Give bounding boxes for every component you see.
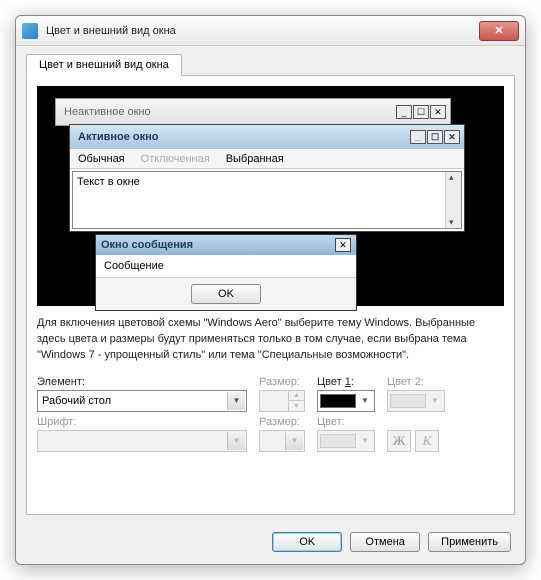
app-icon: [22, 23, 38, 39]
color2-swatch: [390, 394, 426, 408]
preview-message-box: Окно сообщения ✕ Сообщение OK: [95, 234, 357, 311]
form: Элемент: Рабочий стол ▼ Размер: ▲▼ Цвет …: [37, 376, 504, 452]
italic-button: К: [415, 430, 439, 452]
chevron-down-icon: ▼: [428, 396, 442, 405]
color2-label: Цвет 2:: [387, 376, 445, 388]
preview-inactive-window: Неактивное окно _ ☐ ✕: [55, 98, 451, 126]
menu-item-selected: Выбранная: [226, 153, 284, 165]
font-size-combo: ▼: [259, 430, 305, 452]
minimize-icon: _: [396, 105, 412, 119]
message-box-title-text: Окно сообщения: [101, 239, 331, 251]
size-spinner: ▲▼: [259, 390, 305, 412]
menu-item-disabled: Отключенная: [141, 153, 210, 165]
element-combo[interactable]: Рабочий стол ▼: [37, 390, 247, 412]
apply-button[interactable]: Применить: [428, 532, 511, 552]
close-button[interactable]: ✕: [479, 21, 519, 41]
chevron-down-icon: ▼: [227, 392, 245, 410]
chevron-down-icon: ▼: [285, 432, 303, 450]
minimize-icon: _: [410, 130, 426, 144]
size-label: Размер:: [259, 376, 305, 388]
font-color-combo: ▼: [317, 430, 375, 452]
font-size-label: Размер:: [259, 416, 305, 428]
element-label: Элемент:: [37, 376, 247, 388]
ok-button[interactable]: OK: [272, 532, 342, 552]
cancel-button[interactable]: Отмена: [350, 532, 420, 552]
tab-strip: Цвет и внешний вид окна Неактивное окно …: [16, 46, 525, 515]
chevron-down-icon: ▼: [358, 436, 372, 445]
color1-label: Цвет 1:: [317, 376, 375, 388]
message-box-title: Окно сообщения ✕: [96, 235, 356, 255]
window-text: Текст в окне: [77, 176, 140, 188]
inactive-window-title: Неактивное окно: [60, 106, 396, 118]
message-box-ok-button: OK: [191, 284, 261, 304]
scrollbar: [445, 172, 461, 228]
chevron-down-icon: ▼: [227, 432, 245, 450]
dialog-buttons: OK Отмена Применить: [272, 532, 511, 552]
close-icon: ✕: [430, 105, 446, 119]
active-window-controls: _ ☐ ✕: [410, 130, 460, 144]
close-icon: ✕: [494, 24, 503, 37]
preview-textarea: Текст в окне: [72, 171, 462, 229]
font-label: Шрифт:: [37, 416, 247, 428]
font-combo: ▼: [37, 430, 247, 452]
titlebar[interactable]: Цвет и внешний вид окна ✕: [16, 16, 525, 46]
message-box-close-icon: ✕: [335, 238, 351, 252]
color1-swatch: [320, 394, 356, 408]
maximize-icon: ☐: [427, 130, 443, 144]
maximize-icon: ☐: [413, 105, 429, 119]
tab-appearance[interactable]: Цвет и внешний вид окна: [26, 54, 182, 76]
element-value: Рабочий стол: [42, 395, 111, 407]
message-box-buttons: OK: [96, 278, 356, 310]
message-box-body: Сообщение: [96, 255, 356, 278]
description-text: Для включения цветовой схемы "Windows Ae…: [37, 316, 504, 364]
close-icon: ✕: [444, 130, 460, 144]
font-color-swatch: [320, 434, 356, 448]
bold-button: Ж: [387, 430, 411, 452]
preview-active-window: Активное окно _ ☐ ✕ Обычная Отключенная …: [69, 124, 465, 232]
active-window-title: Активное окно: [74, 131, 410, 143]
tab-panel: Неактивное окно _ ☐ ✕ Активное окно _ ☐ …: [26, 75, 515, 515]
preview-area: Неактивное окно _ ☐ ✕ Активное окно _ ☐ …: [37, 86, 504, 306]
preview-menubar: Обычная Отключенная Выбранная: [70, 149, 464, 169]
inactive-window-controls: _ ☐ ✕: [396, 105, 446, 119]
window-title: Цвет и внешний вид окна: [46, 25, 479, 37]
dialog-window: Цвет и внешний вид окна ✕ Цвет и внешний…: [15, 15, 526, 565]
chevron-down-icon: ▼: [358, 396, 372, 405]
color2-combo: ▼: [387, 390, 445, 412]
active-window-titlebar: Активное окно _ ☐ ✕: [70, 125, 464, 149]
font-color-label: Цвет:: [317, 416, 375, 428]
color1-combo[interactable]: ▼: [317, 390, 375, 412]
menu-item-normal: Обычная: [78, 153, 125, 165]
